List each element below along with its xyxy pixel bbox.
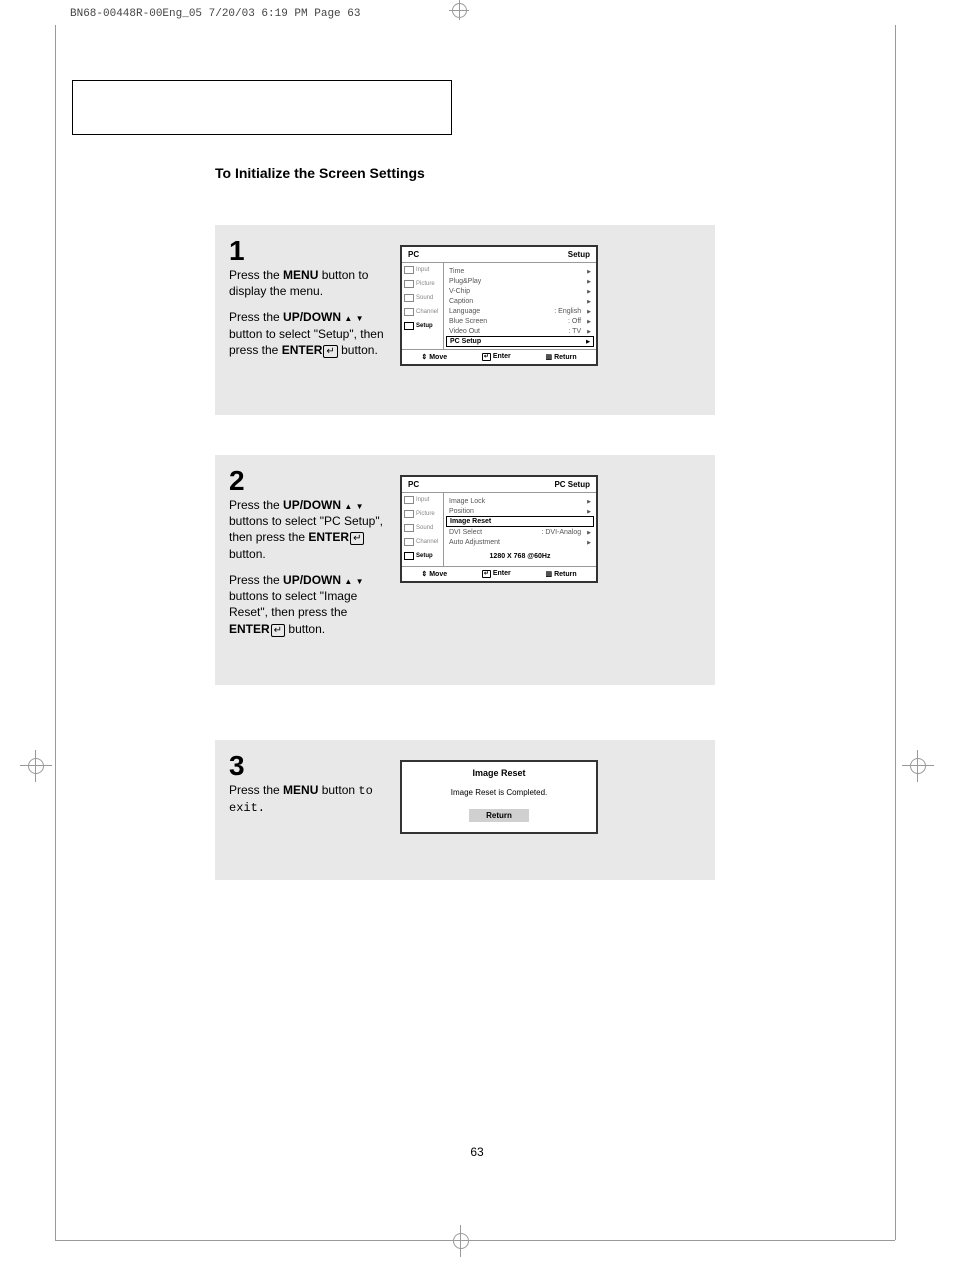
enter-icon	[270, 622, 285, 636]
picture-icon	[404, 510, 414, 518]
frame-line	[55, 25, 56, 1240]
osd-header-right: PC Setup	[554, 480, 590, 489]
channel-icon	[404, 538, 414, 546]
up-arrow-icon	[344, 310, 352, 324]
print-header-text: BN68-00448R-00Eng_05 7/20/03 6:19 PM Pag…	[70, 8, 360, 20]
osd-resolution: 1280 X 768 @60Hz	[448, 547, 592, 564]
down-arrow-icon	[356, 498, 364, 512]
crop-mark-icon	[445, 0, 475, 30]
dialog-title: Image Reset	[402, 762, 596, 788]
chevron-right-icon	[587, 278, 591, 285]
frame-line	[55, 1240, 895, 1241]
osd-main: Image Lock Position Image Reset DVI Sele…	[444, 493, 596, 566]
osd-image-reset-dialog: Image Reset Image Reset is Completed. Re…	[400, 760, 598, 834]
osd-header-left: PC	[408, 250, 419, 259]
chevron-right-icon	[587, 328, 591, 335]
osd-row-selected: Image Reset	[446, 516, 594, 527]
osd-sidebar: Input Picture Sound Channel Setup	[402, 263, 444, 349]
crop-mark-icon	[902, 750, 934, 782]
osd-header-right: Setup	[568, 250, 590, 259]
heading-placeholder-box	[72, 80, 452, 135]
chevron-right-icon	[586, 338, 590, 345]
down-arrow-icon	[356, 573, 364, 587]
frame-line	[895, 25, 896, 1240]
move-hint: Move	[421, 353, 447, 361]
step-3-text: Press the MENU button to exit.	[229, 782, 399, 816]
osd-footer: Move Enter Return	[402, 349, 596, 364]
setup-icon	[404, 322, 414, 330]
enter-hint: Enter	[482, 570, 511, 578]
page-number: 63	[0, 1145, 954, 1159]
channel-icon	[404, 308, 414, 316]
input-icon	[404, 496, 414, 504]
chevron-right-icon	[587, 318, 591, 325]
osd-header-left: PC	[408, 480, 419, 489]
enter-icon	[322, 343, 337, 357]
return-button: Return	[469, 809, 529, 822]
chevron-right-icon	[587, 529, 591, 536]
osd-pc-setup-menu: PC PC Setup Input Picture Sound Channel S…	[400, 475, 598, 583]
down-arrow-icon	[356, 310, 364, 324]
chevron-right-icon	[587, 298, 591, 305]
up-arrow-icon	[344, 498, 352, 512]
crop-mark-icon	[445, 1225, 477, 1257]
chevron-right-icon	[587, 288, 591, 295]
osd-setup-menu: PC Setup Input Picture Sound Channel Setu…	[400, 245, 598, 366]
enter-icon	[349, 530, 364, 544]
chevron-right-icon	[587, 268, 591, 275]
osd-row-selected: PC Setup	[446, 336, 594, 347]
return-hint: Return	[545, 353, 576, 361]
section-title: To Initialize the Screen Settings	[215, 165, 425, 181]
dialog-message: Image Reset is Completed.	[402, 788, 596, 809]
chevron-right-icon	[587, 308, 591, 315]
step-2-text: Press the UP/DOWN buttons to select "PC …	[229, 497, 399, 637]
osd-main: Time Plug&Play V-Chip Caption Language: …	[444, 263, 596, 349]
input-icon	[404, 266, 414, 274]
chevron-right-icon	[587, 498, 591, 505]
picture-icon	[404, 280, 414, 288]
enter-hint: Enter	[482, 353, 511, 361]
sound-icon	[404, 524, 414, 532]
chevron-right-icon	[587, 539, 591, 546]
sound-icon	[404, 294, 414, 302]
crop-mark-icon	[20, 750, 52, 782]
osd-footer: Move Enter Return	[402, 566, 596, 581]
move-hint: Move	[421, 570, 447, 578]
step-1-text: Press the MENU button to display the men…	[229, 267, 399, 358]
return-hint: Return	[545, 570, 576, 578]
setup-icon	[404, 552, 414, 560]
osd-sidebar: Input Picture Sound Channel Setup	[402, 493, 444, 566]
up-arrow-icon	[344, 573, 352, 587]
print-header: BN68-00448R-00Eng_05 7/20/03 6:19 PM Pag…	[70, 8, 360, 20]
chevron-right-icon	[587, 508, 591, 515]
